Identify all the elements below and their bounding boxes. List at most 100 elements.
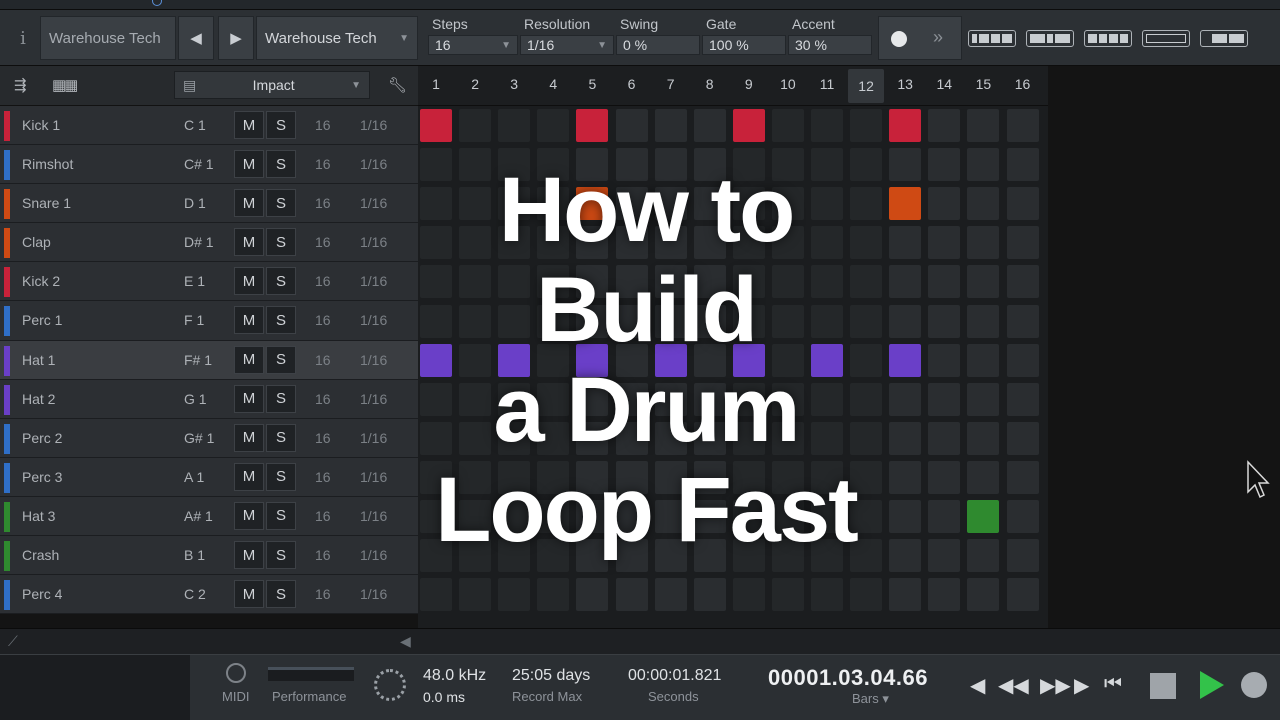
mute-button[interactable]: M <box>234 541 264 570</box>
bars-format-select[interactable]: Bars ▾ <box>852 691 889 707</box>
step-cell[interactable] <box>693 578 726 612</box>
swing-param[interactable]: Swing 0 % <box>616 16 700 64</box>
automation-icon[interactable]: ⟋ <box>8 633 18 650</box>
instrument-name[interactable]: Perc 1 <box>22 312 62 328</box>
swing-value[interactable]: 0 % <box>616 35 700 55</box>
instrument-name[interactable]: Kick 1 <box>22 117 60 133</box>
instrument-name[interactable]: Hat 1 <box>22 352 55 368</box>
play-button[interactable] <box>1200 671 1224 699</box>
step-cell-active[interactable] <box>889 109 922 142</box>
mute-button[interactable]: M <box>234 384 264 413</box>
step-cell[interactable] <box>615 578 648 612</box>
step-cell[interactable] <box>654 578 687 612</box>
step-cell[interactable] <box>654 109 687 142</box>
bars-timecode[interactable]: 00001.03.04.66 <box>768 665 928 691</box>
step-cell[interactable] <box>967 109 1000 142</box>
pattern-bank-c-button[interactable] <box>1084 30 1132 47</box>
step-cell[interactable] <box>811 578 843 612</box>
step-cell[interactable] <box>850 578 883 612</box>
step-cell[interactable] <box>771 578 804 612</box>
step-cell-active[interactable] <box>420 109 452 142</box>
midi-icon[interactable] <box>226 663 246 683</box>
return-to-zero-icon[interactable]: ⏮︎ <box>1104 673 1122 696</box>
mute-button[interactable]: M <box>234 423 264 452</box>
pattern-bank-d-button[interactable] <box>1142 30 1190 47</box>
instrument-name[interactable]: Clap <box>22 234 51 250</box>
mute-button[interactable]: M <box>234 189 264 218</box>
step-cell[interactable] <box>537 109 570 142</box>
step-cell[interactable] <box>732 578 765 612</box>
fast-forward-icon[interactable]: ▶▶ <box>1040 673 1071 698</box>
resolution-param[interactable]: Resolution 1/16 ▼ <box>520 16 614 64</box>
mute-button[interactable]: M <box>234 150 264 179</box>
solo-button[interactable]: S <box>266 580 296 609</box>
instrument-name[interactable]: Hat 3 <box>22 508 55 524</box>
resolution-value[interactable]: 1/16 ▼ <box>520 35 614 55</box>
instrument-name[interactable]: Crash <box>22 547 59 563</box>
step-cell[interactable] <box>498 109 531 142</box>
step-cell[interactable] <box>928 578 961 612</box>
steps-param[interactable]: Steps 16 ▼ <box>428 16 518 64</box>
step-cell[interactable] <box>459 109 492 142</box>
collapse-list-icon[interactable]: ⇶ <box>14 76 27 94</box>
forward-icon[interactable]: ▶ <box>1074 673 1089 698</box>
instrument-steps[interactable]: 16 <box>315 117 331 133</box>
preset-name-field[interactable]: Warehouse Tech <box>40 16 176 60</box>
step-cell[interactable] <box>967 578 1000 612</box>
instrument-name[interactable]: Rimshot <box>22 156 73 172</box>
step-cell[interactable] <box>498 578 531 612</box>
accent-param[interactable]: Accent 30 % <box>788 16 872 64</box>
instrument-name[interactable]: Snare 1 <box>22 195 71 211</box>
kit-select[interactable]: ▤ Impact ▼ <box>174 71 370 99</box>
step-cell[interactable] <box>850 109 883 142</box>
scroll-left-icon[interactable]: ◀ <box>400 633 411 650</box>
menu-circle-icon[interactable] <box>152 0 162 6</box>
instrument-row[interactable]: Perc 4 C 2 M S 16 1/16 <box>0 575 418 615</box>
step-cell[interactable] <box>576 578 609 612</box>
step-cell[interactable] <box>889 578 922 612</box>
step-cell[interactable] <box>928 109 961 142</box>
mute-button[interactable]: M <box>234 462 264 491</box>
step-cell[interactable] <box>693 109 726 142</box>
pattern-bank-b-button[interactable] <box>1026 30 1074 47</box>
step-cell[interactable] <box>537 578 570 612</box>
solo-button[interactable]: S <box>266 111 296 139</box>
step-cell[interactable] <box>459 578 492 612</box>
next-preset-button[interactable]: ▶ <box>218 16 254 60</box>
instrument-steps[interactable]: 16 <box>315 586 331 602</box>
step-cell[interactable] <box>811 109 843 142</box>
mute-button[interactable]: M <box>234 267 264 296</box>
mute-button[interactable]: M <box>234 580 264 609</box>
step-cell[interactable] <box>1006 578 1039 612</box>
previous-preset-button[interactable]: ◀ <box>178 16 214 60</box>
performance-meter[interactable] <box>268 667 354 681</box>
instrument-resolution[interactable]: 1/16 <box>360 586 387 602</box>
mute-button[interactable]: M <box>234 306 264 335</box>
double-chevron-right-icon[interactable]: » <box>933 27 943 48</box>
wrench-icon[interactable]: 🔧︎ <box>388 76 407 94</box>
gate-value[interactable]: 100 % <box>702 35 786 55</box>
mute-button[interactable]: M <box>234 111 264 139</box>
info-icon[interactable]: i <box>8 16 38 60</box>
accent-value[interactable]: 30 % <box>788 35 872 55</box>
gate-param[interactable]: Gate 100 % <box>702 16 786 64</box>
mute-button[interactable]: M <box>234 501 264 530</box>
preset-select[interactable]: Warehouse Tech ▼ <box>256 16 418 60</box>
instrument-name[interactable]: Perc 4 <box>22 586 62 602</box>
instrument-name[interactable]: Perc 3 <box>22 469 62 485</box>
grid-view-icon[interactable]: ▦▦ <box>52 76 78 94</box>
rewind-to-start-icon[interactable]: ◀ <box>970 673 985 698</box>
step-cell[interactable] <box>615 109 648 142</box>
record-step-button[interactable] <box>891 31 907 47</box>
rewind-icon[interactable]: ◀◀ <box>998 673 1029 698</box>
pattern-bank-e-button[interactable] <box>1200 30 1248 47</box>
record-button[interactable] <box>1241 672 1267 698</box>
step-cell[interactable] <box>1006 109 1039 142</box>
instrument-row[interactable]: Kick 1 C 1 M S 16 1/16 <box>0 106 418 146</box>
step-cell[interactable] <box>420 578 452 612</box>
step-cell[interactable] <box>771 109 804 142</box>
step-cell-active[interactable] <box>576 109 609 142</box>
instrument-name[interactable]: Hat 2 <box>22 391 55 407</box>
mute-button[interactable]: M <box>234 345 264 374</box>
stop-button[interactable] <box>1150 673 1176 699</box>
